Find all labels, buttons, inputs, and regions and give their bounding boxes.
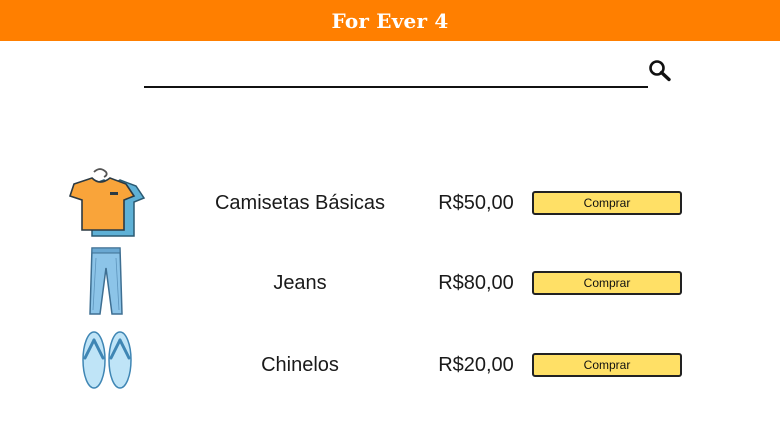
search-input[interactable] xyxy=(144,60,648,88)
product-price: R$50,00 xyxy=(438,192,514,214)
jeans-image xyxy=(89,247,123,315)
buy-button[interactable]: Comprar xyxy=(532,353,682,377)
search-icon xyxy=(649,60,671,82)
tshirt-image xyxy=(68,168,146,237)
buy-button[interactable]: Comprar xyxy=(532,271,682,295)
product-row: Camisetas Básicas R$50,00 Comprar xyxy=(0,164,780,244)
product-name: Camisetas Básicas xyxy=(214,192,386,214)
product-name: Jeans xyxy=(273,272,327,294)
site-header: For Ever 4 xyxy=(0,0,780,41)
product-price: R$20,00 xyxy=(438,354,514,376)
flip-flops-image xyxy=(82,331,132,389)
buy-button[interactable]: Comprar xyxy=(532,191,682,215)
product-row: Jeans R$80,00 Comprar xyxy=(0,244,780,324)
product-price: R$80,00 xyxy=(438,272,514,294)
product-name: Chinelos xyxy=(261,354,339,376)
search-button[interactable] xyxy=(646,58,674,84)
site-title: For Ever 4 xyxy=(331,8,449,33)
product-row: Chinelos R$20,00 Comprar xyxy=(0,326,780,406)
